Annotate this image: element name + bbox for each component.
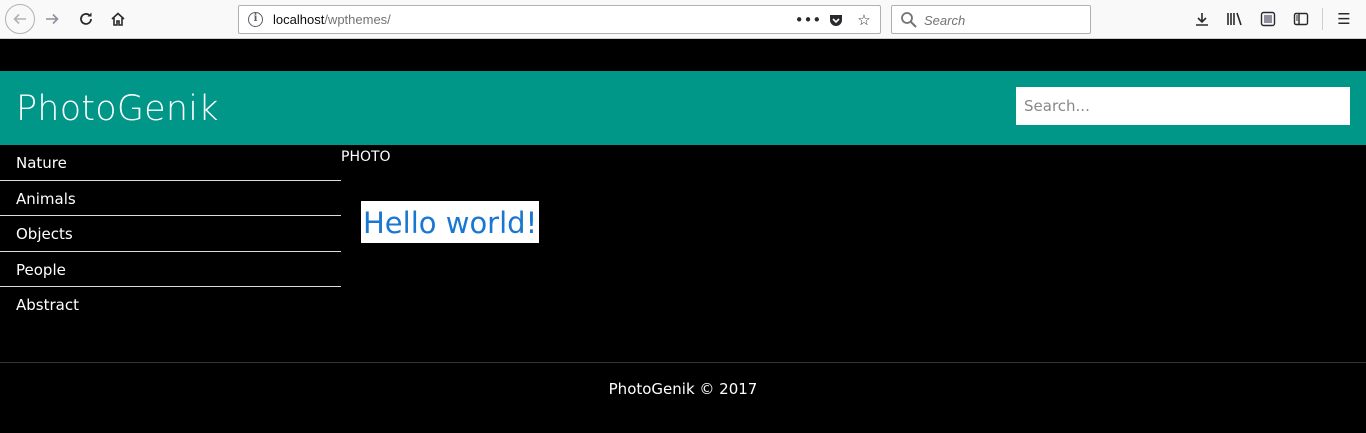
url-bar[interactable]: i localhost/wpthemes/ ••• ☆ [238, 5, 881, 34]
sidebar-item-abstract[interactable]: Abstract [0, 287, 341, 323]
footer-copyright: PhotoGenik © 2017 [608, 380, 758, 398]
web-page: PhotoGenik Nature Animals Objects People… [0, 40, 1366, 433]
sidebar-item-people[interactable]: People [0, 252, 341, 287]
site-footer: PhotoGenik © 2017 [0, 362, 1366, 433]
url-path: /wpthemes/ [324, 12, 391, 27]
home-icon [111, 12, 125, 26]
browser-toolbar: i localhost/wpthemes/ ••• ☆ Search ☰ [0, 0, 1366, 39]
back-arrow-icon [13, 13, 26, 25]
site-title[interactable]: PhotoGenik [16, 89, 219, 129]
download-icon[interactable] [1190, 6, 1214, 32]
reload-icon [80, 12, 92, 25]
menu-icon[interactable]: ☰ [1332, 6, 1356, 32]
back-button[interactable] [5, 4, 35, 34]
site-header: PhotoGenik [0, 71, 1366, 145]
url-text[interactable]: localhost/wpthemes/ [273, 12, 391, 27]
reload-button[interactable] [72, 5, 100, 33]
category-label: PHOTO [341, 149, 391, 165]
pocket-icon[interactable] [826, 10, 846, 30]
url-actions: ••• ☆ [795, 10, 874, 30]
search-icon [901, 12, 917, 28]
bookmark-star-icon[interactable]: ☆ [854, 10, 874, 30]
extension-icon[interactable] [1256, 6, 1280, 32]
site-search-input[interactable] [1016, 87, 1350, 125]
url-host: localhost [273, 12, 325, 27]
browser-search-bar[interactable]: Search [891, 5, 1091, 34]
info-icon[interactable]: i [248, 12, 263, 27]
forward-arrow-icon [46, 13, 59, 25]
sidebar-item-animals[interactable]: Animals [0, 181, 341, 216]
toolbar-icons: ☰ [1190, 6, 1356, 32]
page-actions-icon[interactable]: ••• [795, 10, 822, 30]
forward-button[interactable] [38, 5, 66, 33]
sidebar-item-objects[interactable]: Objects [0, 216, 341, 252]
category-sidebar: Nature Animals Objects People Abstract [0, 145, 341, 323]
post-title-link[interactable]: Hello world! [361, 201, 540, 243]
toolbar-separator [1322, 8, 1323, 30]
browser-search-placeholder: Search [924, 13, 966, 28]
library-icon[interactable] [1223, 6, 1247, 32]
sidebar-toggle-icon[interactable] [1289, 6, 1313, 32]
home-button[interactable] [104, 5, 132, 33]
sidebar-item-nature[interactable]: Nature [0, 145, 341, 181]
